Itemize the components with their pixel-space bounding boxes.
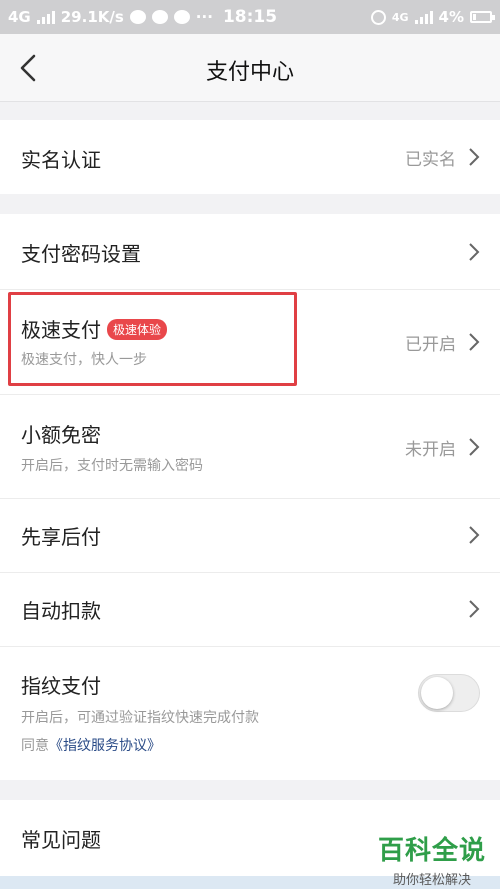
realname-value: 已实名 xyxy=(405,150,456,170)
chevron-right-icon xyxy=(469,243,480,261)
fingerprint-agreement: 同意《指纹服务协议》 xyxy=(21,735,161,755)
fastpay-label-text: 极速支付 xyxy=(21,318,101,342)
battery-level: 4% xyxy=(438,8,464,26)
fastpay-value: 已开启 xyxy=(405,335,456,355)
password-label: 支付密码设置 xyxy=(21,242,141,266)
status-right: 4G 4% xyxy=(370,8,495,26)
chevron-right-icon xyxy=(469,333,480,351)
fingerprint-toggle[interactable] xyxy=(418,674,480,712)
faq-label: 常见问题 xyxy=(21,828,101,852)
network-type-right: 4G xyxy=(391,10,409,24)
fingerprint-label: 指纹支付 xyxy=(21,674,101,698)
chevron-right-icon xyxy=(469,148,480,166)
watermark-subtitle: 助你轻松解决 xyxy=(392,873,471,888)
watermark: 百科全说 助你轻松解决 xyxy=(378,830,486,888)
smallfree-sub: 开启后，支付时无需输入密码 xyxy=(21,458,203,474)
smallfree-label: 小额免密 xyxy=(21,423,101,447)
row-autodeduct[interactable]: 自动扣款 xyxy=(0,573,500,647)
fastpay-sub: 极速支付，快人一步 xyxy=(21,352,147,368)
row-fingerprint: 指纹支付 开启后，可通过验证指纹快速完成付款 同意《指纹服务协议》 xyxy=(0,647,500,780)
nav-bar: 支付中心 xyxy=(0,34,500,102)
fastpay-label: 极速支付 极速体验 xyxy=(21,314,168,343)
chevron-right-icon xyxy=(469,526,480,544)
watermark-title: 百科全说 xyxy=(377,836,486,866)
realname-group: 实名认证 已实名 xyxy=(0,120,500,194)
realname-label: 实名认证 xyxy=(21,148,101,172)
fastpay-badge: 极速体验 xyxy=(107,319,168,340)
battery-icon xyxy=(470,11,495,23)
row-paylater[interactable]: 先享后付 xyxy=(0,499,500,573)
chevron-right-icon xyxy=(469,438,480,456)
signal-icon-right xyxy=(414,10,433,24)
chevron-right-icon xyxy=(469,600,480,618)
status-bar: 4G 29.1K/s ··· 18:15 4G 4% xyxy=(0,0,500,34)
agreement-prefix: 同意 xyxy=(21,738,49,754)
smallfree-value: 未开启 xyxy=(405,440,456,460)
alarm-icon xyxy=(370,9,386,25)
row-smallfree[interactable]: 小额免密 开启后，支付时无需输入密码 未开启 xyxy=(0,395,500,499)
toggle-knob xyxy=(421,677,453,709)
autodeduct-label: 自动扣款 xyxy=(21,599,101,623)
row-fastpay[interactable]: 极速支付 极速体验 极速支付，快人一步 已开启 xyxy=(0,290,500,395)
row-password[interactable]: 支付密码设置 xyxy=(0,214,500,290)
row-realname[interactable]: 实名认证 已实名 xyxy=(0,120,500,194)
page-title: 支付中心 xyxy=(205,60,294,85)
paylater-label: 先享后付 xyxy=(21,525,101,549)
payment-settings-group: 支付密码设置 极速支付 极速体验 极速支付，快人一步 已开启 小额免密 开启后，支… xyxy=(0,214,500,780)
fingerprint-agreement-link[interactable]: 《指纹服务协议》 xyxy=(49,738,161,754)
fingerprint-sub: 开启后，可通过验证指纹快速完成付款 xyxy=(21,710,259,726)
